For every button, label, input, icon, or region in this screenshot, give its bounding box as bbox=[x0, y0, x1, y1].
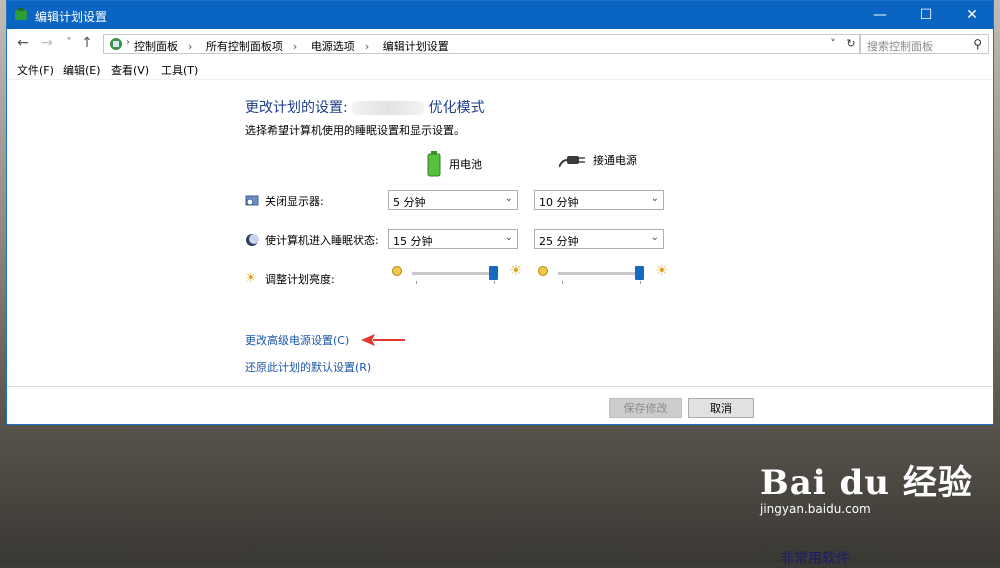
title-bar: 编辑计划设置 — ☐ ✕ bbox=[7, 1, 993, 29]
search-input[interactable]: 搜索控制面板 ⚲ bbox=[859, 34, 989, 54]
brightness-battery-slider[interactable]: ☀ bbox=[390, 264, 522, 286]
chevron-down-icon: ⌄ bbox=[650, 193, 659, 204]
refresh-icon[interactable]: ↻ bbox=[844, 37, 858, 51]
battery-column-header: 用电池 bbox=[427, 151, 482, 177]
menu-bar: 文件(F) 编辑(E) 查看(V) 工具(T) bbox=[7, 59, 993, 80]
display-plugged-select[interactable]: 10 分钟 ⌄ bbox=[534, 190, 664, 210]
red-arrow-annotation bbox=[361, 334, 405, 346]
address-bar[interactable]: › 控制面板 › 所有控制面板项 › 电源选项 › 编辑计划设置 ˅ ↻ bbox=[103, 34, 861, 54]
slider-fill bbox=[412, 272, 493, 275]
breadcrumb: 控制面板 › 所有控制面板项 › 电源选项 › 编辑计划设置 bbox=[134, 38, 459, 54]
slider-thumb[interactable] bbox=[634, 266, 644, 280]
brightness-sun-icon: ☀ bbox=[245, 271, 257, 286]
turn-off-display-text: 关闭显示器: bbox=[265, 195, 324, 208]
battery-column-label: 用电池 bbox=[449, 158, 482, 171]
menu-tools[interactable]: 工具(T) bbox=[161, 62, 198, 78]
redacted-plan-name bbox=[352, 101, 425, 115]
watermark-brand: Bai du 经验 bbox=[760, 463, 973, 503]
content-area: 更改计划的设置: 优化模式 选择希望计算机使用的睡眠设置和显示设置。 用电池 接… bbox=[7, 81, 993, 384]
display-plugged-value: 10 分钟 bbox=[539, 196, 579, 209]
restore-defaults-link[interactable]: 还原此计划的默认设置(R) bbox=[245, 359, 371, 375]
breadcrumb-separator-icon: › bbox=[364, 40, 370, 53]
address-row: ← → ˅ ↑ › 控制面板 › 所有控制面板项 › 电源选项 › 编辑计划设置 ˅ … bbox=[7, 29, 993, 57]
page-subtitle: 选择希望计算机使用的睡眠设置和显示设置。 bbox=[245, 124, 465, 137]
chevron-down-icon: ⌄ bbox=[650, 232, 659, 243]
display-battery-value: 5 分钟 bbox=[393, 196, 426, 209]
breadcrumb-separator-icon: › bbox=[188, 40, 193, 53]
chevron-down-icon: ⌄ bbox=[504, 232, 513, 243]
battery-icon bbox=[427, 151, 441, 177]
breadcrumb-control-panel[interactable]: 控制面板 bbox=[134, 40, 178, 53]
sleep-label: 使计算机进入睡眠状态: bbox=[245, 232, 379, 248]
advanced-power-settings-link[interactable]: 更改高级电源设置(C) bbox=[245, 332, 349, 348]
footer-divider bbox=[7, 386, 993, 387]
up-button[interactable]: ↑ bbox=[79, 35, 95, 51]
slider-tick bbox=[494, 281, 495, 284]
sleep-battery-value: 15 分钟 bbox=[393, 235, 433, 248]
search-placeholder: 搜索控制面板 bbox=[867, 40, 933, 53]
slider-tick bbox=[416, 281, 417, 284]
page-title: 更改计划的设置: 优化模式 bbox=[245, 97, 485, 117]
chevron-down-icon: ⌄ bbox=[504, 193, 513, 204]
brightness-plugged-slider[interactable]: ☀ bbox=[536, 264, 668, 286]
cancel-button[interactable]: 取消 bbox=[688, 398, 754, 418]
brightness-label: ☀ 调整计划亮度: bbox=[245, 271, 335, 287]
sleep-moon-icon bbox=[246, 234, 259, 246]
power-options-icon bbox=[15, 8, 27, 20]
plugged-column-header: 接通电源 bbox=[559, 151, 637, 169]
breadcrumb-separator-icon: › bbox=[292, 40, 298, 53]
turn-off-display-label: 关闭显示器: bbox=[245, 193, 324, 209]
breadcrumb-edit-plan[interactable]: 编辑计划设置 bbox=[383, 40, 449, 53]
plugged-column-label: 接通电源 bbox=[593, 154, 637, 167]
save-changes-button[interactable]: 保存修改 bbox=[609, 398, 682, 418]
menu-edit[interactable]: 编辑(E) bbox=[63, 62, 101, 78]
page-title-prefix: 更改计划的设置: bbox=[245, 100, 348, 116]
bright-sun-icon: ☀ bbox=[655, 263, 668, 279]
breadcrumb-separator-icon: › bbox=[126, 37, 130, 48]
maximize-button[interactable]: ☐ bbox=[903, 1, 949, 29]
sleep-plugged-select[interactable]: 25 分钟 ⌄ bbox=[534, 229, 664, 249]
menu-file[interactable]: 文件(F) bbox=[17, 62, 54, 78]
slider-fill bbox=[558, 272, 639, 275]
slider-tick bbox=[640, 281, 641, 284]
display-clock-icon bbox=[245, 195, 259, 206]
address-dropdown-icon[interactable]: ˅ bbox=[826, 37, 840, 51]
window-title: 编辑计划设置 bbox=[35, 10, 108, 24]
slider-tick bbox=[562, 281, 563, 284]
sleep-plugged-value: 25 分钟 bbox=[539, 235, 579, 248]
sleep-text: 使计算机进入睡眠状态: bbox=[265, 234, 379, 247]
dim-sun-icon bbox=[538, 266, 548, 276]
search-icon[interactable]: ⚲ bbox=[973, 37, 982, 51]
menu-view[interactable]: 查看(V) bbox=[111, 62, 149, 78]
power-plug-icon bbox=[559, 156, 585, 168]
breadcrumb-all-items[interactable]: 所有控制面板项 bbox=[206, 40, 283, 53]
dim-sun-icon bbox=[392, 266, 402, 276]
back-button[interactable]: ← bbox=[15, 35, 31, 51]
edit-plan-window: 编辑计划设置 — ☐ ✕ ← → ˅ ↑ › 控制面板 › 所有控制面板项 › 电源… bbox=[6, 0, 994, 425]
control-panel-icon bbox=[110, 38, 122, 50]
forward-button[interactable]: → bbox=[39, 35, 55, 51]
minimize-button[interactable]: — bbox=[857, 1, 903, 29]
display-battery-select[interactable]: 5 分钟 ⌄ bbox=[388, 190, 518, 210]
close-button[interactable]: ✕ bbox=[949, 1, 995, 29]
page-title-suffix: 优化模式 bbox=[428, 100, 485, 116]
breadcrumb-power-options[interactable]: 电源选项 bbox=[311, 40, 355, 53]
watermark-url: jingyan.baidu.com bbox=[760, 502, 871, 516]
slider-thumb[interactable] bbox=[488, 266, 498, 280]
bright-sun-icon: ☀ bbox=[509, 263, 522, 279]
recent-locations-button[interactable]: ˅ bbox=[61, 35, 77, 51]
baidu-watermark: Bai du 经验 jingyan.baidu.com bbox=[760, 455, 973, 516]
background-caption: 非常用软件 bbox=[780, 551, 850, 567]
brightness-text: 调整计划亮度: bbox=[265, 273, 335, 286]
sleep-battery-select[interactable]: 15 分钟 ⌄ bbox=[388, 229, 518, 249]
